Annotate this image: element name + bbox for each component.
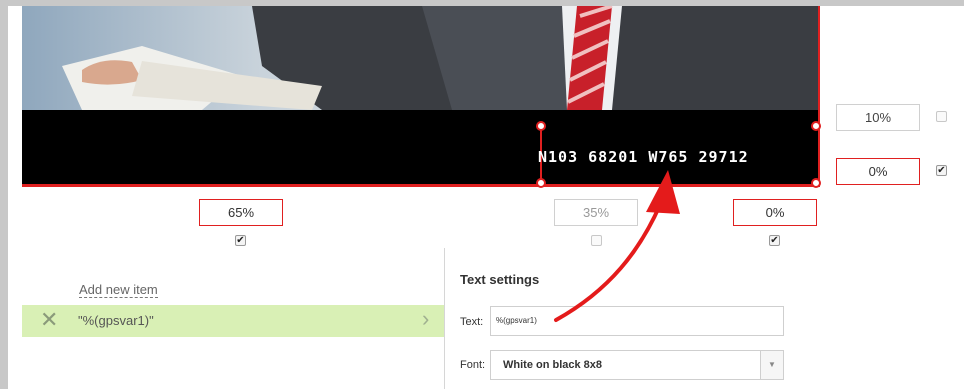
delete-item-icon[interactable]: ✕: [40, 309, 58, 331]
font-field-label: Font:: [460, 359, 486, 371]
overlay-gps-text[interactable]: N103 68201 W765 29712: [538, 148, 818, 166]
chevron-down-icon: ▼: [768, 360, 776, 369]
preview-border-bottom: [22, 184, 820, 187]
margin-right-checkbox[interactable]: ✔: [769, 235, 780, 246]
font-select[interactable]: White on black 8x8 ▼: [490, 350, 784, 380]
margin-top-checkbox[interactable]: [936, 111, 947, 122]
resize-handle-bottom-left[interactable]: [536, 178, 546, 188]
margin-left-input[interactable]: 65%: [199, 199, 283, 226]
font-select-value: White on black 8x8: [503, 359, 603, 371]
text-settings-heading: Text settings: [460, 272, 540, 287]
list-item-label: "%(gpsvar1)": [78, 313, 154, 328]
width-checkbox[interactable]: [591, 235, 602, 246]
add-new-item-link[interactable]: Add new item: [79, 282, 158, 298]
window-frame-left: [0, 0, 8, 389]
panel-divider: [444, 248, 445, 389]
margin-top-input[interactable]: 10%: [836, 104, 920, 131]
list-item[interactable]: ✕ "%(gpsvar1)" ›: [22, 305, 444, 337]
text-input[interactable]: %(gpsvar1): [490, 306, 784, 336]
text-field-label: Text:: [460, 316, 484, 328]
margin-left-checkbox[interactable]: ✔: [235, 235, 246, 246]
preview-border-right: [818, 6, 820, 187]
width-input[interactable]: 35%: [554, 199, 638, 226]
font-select-toggle[interactable]: ▼: [760, 351, 783, 379]
margin-bottom-input[interactable]: 0%: [836, 158, 920, 185]
margin-right-input[interactable]: 0%: [733, 199, 817, 226]
resize-handle-top-left[interactable]: [536, 121, 546, 131]
margin-bottom-checkbox[interactable]: ✔: [936, 165, 947, 176]
chevron-right-icon: ›: [422, 306, 430, 331]
preview-photo: [22, 6, 820, 110]
resize-handle-top-right[interactable]: [811, 121, 821, 131]
resize-handle-bottom-right[interactable]: [811, 178, 821, 188]
